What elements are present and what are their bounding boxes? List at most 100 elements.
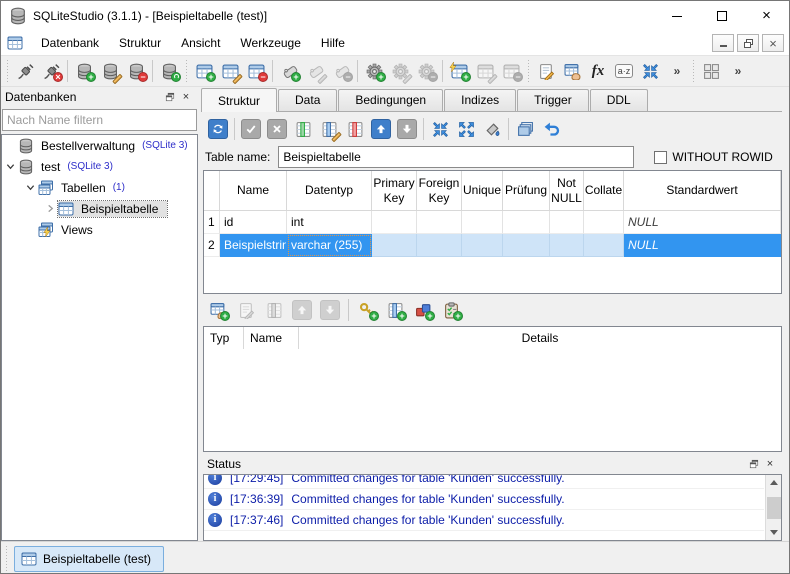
panel-float-button[interactable] bbox=[162, 90, 178, 104]
table-row[interactable]: 1 id int NULL bbox=[204, 211, 781, 234]
default-value-cell[interactable]: NULL bbox=[624, 211, 781, 234]
add-index-button[interactable]: + bbox=[276, 58, 302, 84]
add-unique-button[interactable]: + bbox=[410, 297, 436, 323]
move-constraint-up-button[interactable] bbox=[289, 297, 315, 323]
default-value-cell[interactable]: NULL bbox=[624, 234, 781, 257]
copy-table-button[interactable] bbox=[512, 116, 538, 142]
column-header-name[interactable]: Name bbox=[220, 171, 287, 211]
minimize-button[interactable] bbox=[654, 1, 699, 31]
foreign-key-cell[interactable] bbox=[417, 234, 462, 257]
menu-ansicht[interactable]: Ansicht bbox=[171, 32, 230, 54]
add-view-button[interactable]: + bbox=[446, 58, 472, 84]
panel-close-button[interactable]: × bbox=[178, 90, 194, 104]
tree-item-beispieltabelle[interactable]: Beispieltabelle bbox=[2, 198, 197, 219]
chevron-right-icon[interactable] bbox=[42, 204, 58, 213]
edit-database-button[interactable] bbox=[97, 58, 123, 85]
column-header-primary-key[interactable]: Primary Key bbox=[372, 171, 417, 211]
column-header-unique[interactable]: Unique bbox=[462, 171, 503, 211]
column-header-pruefung[interactable]: Prüfung bbox=[503, 171, 550, 211]
tree-item-tabellen[interactable]: Tabellen (1) bbox=[2, 177, 197, 198]
connect-button[interactable] bbox=[12, 58, 38, 84]
chevron-down-icon[interactable] bbox=[2, 162, 18, 171]
move-column-up-button[interactable] bbox=[368, 116, 394, 142]
primary-key-cell[interactable] bbox=[372, 211, 417, 234]
column-header-datentyp[interactable]: Datentyp bbox=[287, 171, 372, 211]
menu-hilfe[interactable]: Hilfe bbox=[311, 32, 355, 54]
add-primary-key-button[interactable]: + bbox=[354, 297, 380, 323]
menu-struktur[interactable]: Struktur bbox=[109, 32, 171, 54]
menu-werkzeuge[interactable]: Werkzeuge bbox=[230, 32, 310, 54]
undo-button[interactable] bbox=[538, 116, 564, 142]
table-name-input[interactable] bbox=[278, 146, 635, 168]
disconnect-button[interactable]: × bbox=[38, 58, 64, 84]
tree-item-bestellverwaltung[interactable]: Bestellverwaltung (SQLite 3) bbox=[2, 135, 197, 156]
column-header-not-null[interactable]: Not NULL bbox=[550, 171, 584, 211]
maximize-button[interactable] bbox=[699, 1, 744, 31]
refresh-schema-button[interactable] bbox=[156, 58, 182, 84]
chevron-down-icon[interactable] bbox=[22, 183, 38, 192]
name-cell[interactable]: Beispielstring bbox=[220, 234, 287, 257]
add-foreign-key-button[interactable]: + bbox=[382, 297, 408, 323]
check-cell[interactable] bbox=[503, 234, 550, 257]
column-header-standardwert[interactable]: Standardwert bbox=[624, 171, 781, 211]
constraints-header-name[interactable]: Name bbox=[244, 327, 299, 349]
add-column-button[interactable] bbox=[290, 116, 316, 142]
database-filter-input[interactable] bbox=[2, 109, 197, 131]
drop-view-button[interactable]: − bbox=[498, 58, 524, 84]
toolbar-grip[interactable] bbox=[184, 60, 189, 82]
check-cell[interactable] bbox=[503, 211, 550, 234]
refresh-structure-button[interactable] bbox=[205, 116, 231, 142]
tab-struktur[interactable]: Struktur bbox=[201, 88, 278, 112]
not-null-cell[interactable] bbox=[550, 234, 584, 257]
toolbar-overflow-button[interactable]: » bbox=[663, 58, 689, 84]
drop-trigger-button[interactable]: − bbox=[413, 58, 439, 84]
scroll-down-arrow[interactable] bbox=[766, 525, 781, 540]
open-ddl-history-button[interactable] bbox=[559, 58, 585, 84]
selected-tree-item[interactable]: Beispieltabelle bbox=[56, 199, 169, 218]
tab-data[interactable]: Data bbox=[278, 89, 338, 111]
unique-cell[interactable] bbox=[462, 234, 503, 257]
mdi-close-button[interactable]: × bbox=[762, 34, 784, 52]
without-rowid-checkbox[interactable] bbox=[654, 150, 668, 164]
windows-overflow-button[interactable]: » bbox=[724, 58, 750, 84]
panel-float-button[interactable] bbox=[746, 457, 762, 471]
tab-bedingungen[interactable]: Bedingungen bbox=[338, 89, 444, 111]
constraints-header-typ[interactable]: Typ bbox=[204, 327, 244, 349]
add-database-button[interactable]: + bbox=[71, 58, 97, 84]
remove-database-button[interactable]: − bbox=[123, 58, 149, 84]
tab-indizes[interactable]: Indizes bbox=[444, 89, 517, 111]
move-column-down-button[interactable] bbox=[394, 116, 420, 142]
taskbar-grip[interactable] bbox=[4, 545, 10, 572]
collations-editor-button[interactable]: a·z bbox=[611, 58, 637, 84]
close-button[interactable]: × bbox=[744, 1, 789, 31]
drop-index-button[interactable]: − bbox=[328, 58, 354, 84]
open-sql-editor-button[interactable] bbox=[533, 58, 559, 84]
delete-constraint-button[interactable] bbox=[261, 297, 287, 323]
edit-column-button[interactable] bbox=[316, 116, 342, 143]
scrollbar-thumb[interactable] bbox=[767, 497, 781, 519]
collapse-all-button[interactable] bbox=[427, 116, 453, 142]
edit-trigger-button[interactable] bbox=[387, 58, 413, 85]
name-cell[interactable]: id bbox=[220, 211, 287, 234]
edit-constraint-button[interactable] bbox=[233, 297, 259, 323]
rollback-structure-button[interactable] bbox=[264, 116, 290, 142]
taskbar-tab-beispieltabelle[interactable]: Beispieltabelle (test) bbox=[14, 545, 165, 572]
status-scrollbar[interactable] bbox=[765, 475, 781, 540]
add-trigger-button[interactable]: + bbox=[361, 58, 387, 84]
toolbar-grip[interactable] bbox=[526, 60, 531, 82]
close-all-windows-button[interactable] bbox=[637, 58, 663, 84]
format-ddl-button[interactable] bbox=[479, 116, 505, 142]
not-null-cell[interactable] bbox=[550, 211, 584, 234]
mdi-restore-button[interactable] bbox=[737, 34, 759, 52]
tab-ddl[interactable]: DDL bbox=[589, 89, 648, 111]
edit-table-button[interactable] bbox=[217, 58, 243, 85]
foreign-key-cell[interactable] bbox=[417, 211, 462, 234]
datatype-cell[interactable]: int bbox=[287, 211, 372, 234]
menu-datenbank[interactable]: Datenbank bbox=[31, 32, 109, 54]
drop-table-button[interactable]: − bbox=[243, 58, 269, 84]
constraints-header-details[interactable]: Details bbox=[299, 327, 781, 349]
tree-item-test[interactable]: test (SQLite 3) bbox=[2, 156, 197, 177]
unique-cell[interactable] bbox=[462, 211, 503, 234]
move-constraint-down-button[interactable] bbox=[317, 297, 343, 323]
toolbar-grip[interactable] bbox=[691, 60, 696, 82]
